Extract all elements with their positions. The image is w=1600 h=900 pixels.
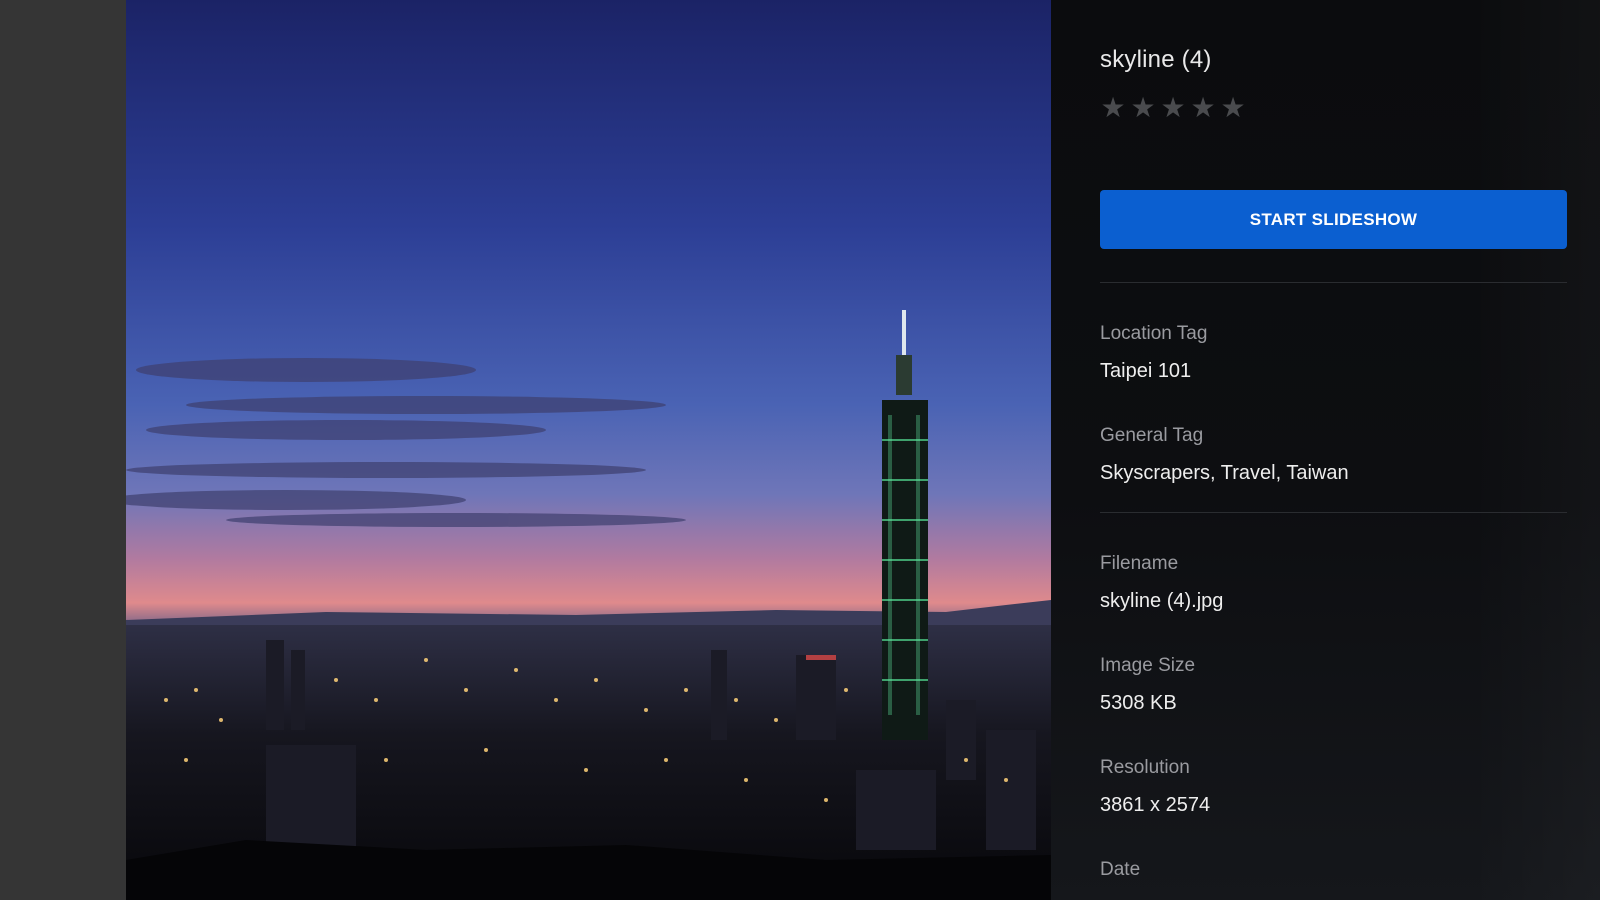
- resolution-label: Resolution: [1100, 757, 1190, 778]
- star-icon[interactable]: ★: [1100, 94, 1126, 122]
- resolution-value: 3861 x 2574: [1100, 794, 1211, 816]
- general-tag-value[interactable]: Skyscrapers, Travel, Taiwan: [1100, 460, 1567, 486]
- star-icon[interactable]: ★: [1160, 94, 1186, 122]
- photo-viewer: skyline (4) ★ ★ ★ ★ ★ START SLIDESHOW Lo…: [0, 0, 1600, 900]
- date-label: Date: [1100, 859, 1141, 880]
- photo-preview[interactable]: [126, 0, 1051, 900]
- location-tag-value[interactable]: Taipei 101: [1100, 358, 1567, 384]
- details-panel: skyline (4) ★ ★ ★ ★ ★ START SLIDESHOW Lo…: [1051, 0, 1600, 900]
- resolution-field: Resolution 3861 x 2574: [1100, 756, 1567, 818]
- date-field: Date: [1100, 858, 1567, 882]
- general-tag-label: General Tag: [1100, 425, 1204, 446]
- divider: [1100, 512, 1567, 513]
- divider: [1100, 282, 1567, 283]
- photo-title: skyline (4): [1100, 46, 1212, 73]
- image-size-label: Image Size: [1100, 655, 1196, 676]
- filename-value: skyline (4).jpg: [1100, 590, 1224, 612]
- start-slideshow-button[interactable]: START SLIDESHOW: [1100, 190, 1567, 249]
- general-tag-field: General Tag Skyscrapers, Travel, Taiwan: [1100, 424, 1567, 486]
- left-gutter: [0, 0, 126, 900]
- skyline-photo: [126, 0, 1051, 900]
- location-tag-field: Location Tag Taipei 101: [1100, 322, 1567, 384]
- star-rating[interactable]: ★ ★ ★ ★ ★: [1100, 94, 1246, 122]
- star-icon[interactable]: ★: [1130, 94, 1156, 122]
- image-size-field: Image Size 5308 KB: [1100, 654, 1567, 716]
- filename-label: Filename: [1100, 553, 1179, 574]
- star-icon[interactable]: ★: [1190, 94, 1216, 122]
- image-size-value: 5308 KB: [1100, 692, 1177, 714]
- star-icon[interactable]: ★: [1220, 94, 1246, 122]
- filename-field: Filename skyline (4).jpg: [1100, 552, 1567, 614]
- location-tag-label: Location Tag: [1100, 323, 1208, 344]
